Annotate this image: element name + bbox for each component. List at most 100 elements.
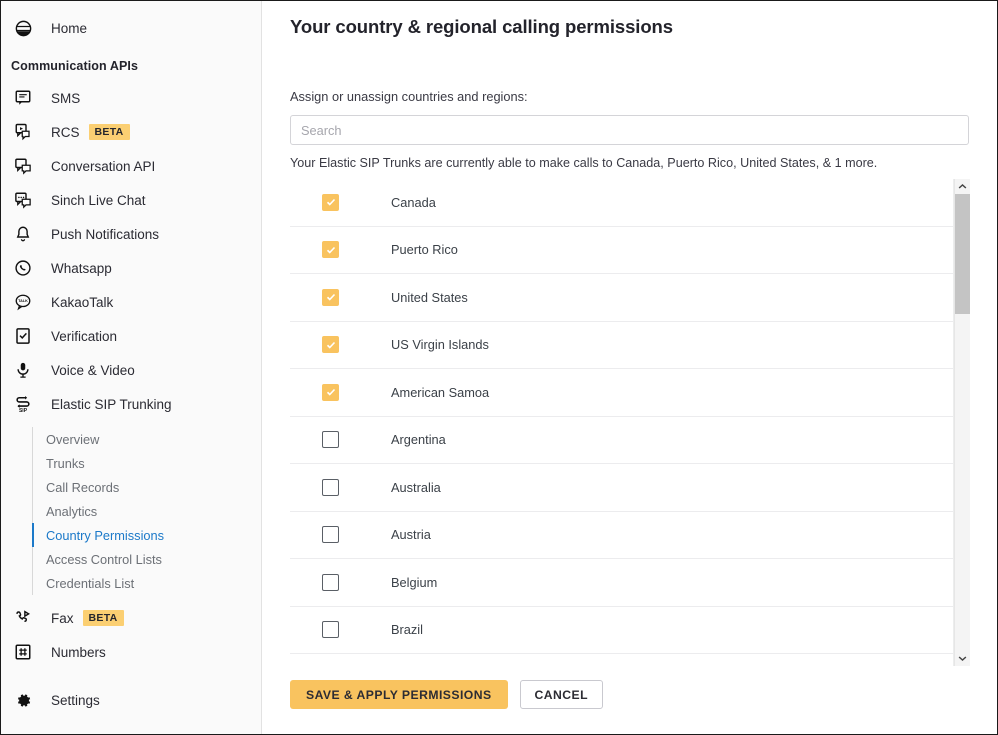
page-title: Your country & regional calling permissi… bbox=[290, 16, 997, 38]
country-name: Argentina bbox=[391, 432, 446, 447]
country-checkbox[interactable] bbox=[322, 336, 339, 353]
sidebar-item-push-notifications[interactable]: Push Notifications bbox=[1, 217, 261, 251]
table-row[interactable]: Canada bbox=[290, 179, 953, 227]
table-row[interactable]: American Samoa bbox=[290, 369, 953, 417]
search-input[interactable] bbox=[290, 115, 969, 145]
country-checkbox[interactable] bbox=[322, 384, 339, 401]
country-checkbox[interactable] bbox=[322, 479, 339, 496]
globe-icon bbox=[11, 16, 35, 40]
country-name: Canada bbox=[391, 195, 436, 210]
sidebar-item-label: Push Notifications bbox=[51, 227, 159, 242]
sidebar-item-label: Sinch Live Chat bbox=[51, 193, 146, 208]
table-row[interactable]: Puerto Rico bbox=[290, 227, 953, 275]
sidebar-item-country-permissions[interactable]: Country Permissions bbox=[32, 523, 261, 547]
sidebar-item-analytics[interactable]: Analytics bbox=[32, 499, 261, 523]
country-list-scrollbar[interactable] bbox=[954, 179, 969, 666]
svg-text:SIP: SIP bbox=[19, 408, 28, 414]
permissions-status-text: Your Elastic SIP Trunks are currently ab… bbox=[290, 156, 997, 170]
scroll-down-arrow-icon[interactable] bbox=[955, 651, 970, 666]
bell-icon bbox=[11, 222, 35, 246]
country-checkbox[interactable] bbox=[322, 526, 339, 543]
live-chat-icon bbox=[11, 188, 35, 212]
sidebar-item-conversation-api[interactable]: Conversation API bbox=[1, 149, 261, 183]
scroll-up-arrow-icon[interactable] bbox=[955, 179, 970, 194]
sidebar-item-sinch-live-chat[interactable]: Sinch Live Chat bbox=[1, 183, 261, 217]
app-window: Home Communication APIs SMS bbox=[0, 0, 998, 735]
cancel-button[interactable]: CANCEL bbox=[520, 680, 603, 709]
country-name: Brazil bbox=[391, 622, 423, 637]
subnav-label: Access Control Lists bbox=[46, 552, 162, 567]
sidebar-item-overview[interactable]: Overview bbox=[32, 427, 261, 451]
subnav-label: Analytics bbox=[46, 504, 97, 519]
country-name: Puerto Rico bbox=[391, 242, 458, 257]
sidebar-item-label: Fax bbox=[51, 611, 74, 626]
sidebar-item-label: Settings bbox=[51, 693, 100, 708]
sidebar-item-fax[interactable]: Fax BETA bbox=[1, 601, 261, 635]
sidebar-item-trunks[interactable]: Trunks bbox=[32, 451, 261, 475]
sidebar-item-voice-video[interactable]: Voice & Video bbox=[1, 353, 261, 387]
sidebar-item-label: KakaoTalk bbox=[51, 295, 113, 310]
country-checkbox[interactable] bbox=[322, 194, 339, 211]
gear-icon bbox=[11, 688, 35, 712]
sidebar-section-title: Communication APIs bbox=[1, 45, 261, 81]
sidebar-item-settings[interactable]: Settings bbox=[1, 683, 261, 717]
kakaotalk-icon: TALK bbox=[11, 290, 35, 314]
sidebar-item-numbers[interactable]: Numbers bbox=[1, 635, 261, 669]
country-name: Australia bbox=[391, 480, 441, 495]
sidebar-item-label: Verification bbox=[51, 329, 117, 344]
search-wrapper bbox=[290, 115, 969, 145]
subnav-label: Credentials List bbox=[46, 576, 134, 591]
sidebar-item-elastic-sip-trunking[interactable]: SIP Elastic SIP Trunking bbox=[1, 387, 261, 421]
country-list: Canada Puerto Rico United States US Virg… bbox=[290, 179, 969, 666]
sidebar-item-rcs[interactable]: RCS BETA bbox=[1, 115, 261, 149]
sidebar-item-verification[interactable]: Verification bbox=[1, 319, 261, 353]
table-row[interactable]: US Virgin Islands bbox=[290, 322, 953, 370]
country-name: US Virgin Islands bbox=[391, 337, 489, 352]
table-row[interactable]: Austria bbox=[290, 512, 953, 560]
country-name: United States bbox=[391, 290, 468, 305]
sidebar-spacer bbox=[1, 669, 261, 683]
sip-icon: SIP bbox=[11, 392, 35, 416]
scrollbar-thumb[interactable] bbox=[955, 194, 970, 314]
action-buttons: SAVE & APPLY PERMISSIONS CANCEL bbox=[290, 680, 997, 709]
sidebar-item-home[interactable]: Home bbox=[1, 11, 261, 45]
microphone-icon bbox=[11, 358, 35, 382]
beta-badge: BETA bbox=[83, 610, 124, 626]
sidebar-item-kakaotalk[interactable]: TALK KakaoTalk bbox=[1, 285, 261, 319]
sidebar-item-label: Conversation API bbox=[51, 159, 155, 174]
verification-icon bbox=[11, 324, 35, 348]
sms-icon bbox=[11, 86, 35, 110]
country-checkbox[interactable] bbox=[322, 574, 339, 591]
sidebar-item-label: Elastic SIP Trunking bbox=[51, 397, 172, 412]
table-row[interactable]: Australia bbox=[290, 464, 953, 512]
country-checkbox[interactable] bbox=[322, 241, 339, 258]
numbers-icon bbox=[11, 640, 35, 664]
country-checkbox[interactable] bbox=[322, 289, 339, 306]
table-row[interactable]: Brazil bbox=[290, 607, 953, 655]
subnav-label: Trunks bbox=[46, 456, 85, 471]
scrollbar-track[interactable] bbox=[955, 194, 970, 651]
elastic-sip-subnav: Overview Trunks Call Records Analytics C… bbox=[32, 427, 261, 595]
table-row[interactable]: Argentina bbox=[290, 417, 953, 465]
sidebar-item-whatsapp[interactable]: Whatsapp bbox=[1, 251, 261, 285]
country-checkbox[interactable] bbox=[322, 621, 339, 638]
table-row[interactable]: United States bbox=[290, 274, 953, 322]
beta-badge: BETA bbox=[89, 124, 130, 140]
save-apply-permissions-button[interactable]: SAVE & APPLY PERMISSIONS bbox=[290, 680, 508, 709]
table-row[interactable]: Belgium bbox=[290, 559, 953, 607]
fax-icon bbox=[11, 606, 35, 630]
sidebar-item-access-control-lists[interactable]: Access Control Lists bbox=[32, 547, 261, 571]
main-content: Your country & regional calling permissi… bbox=[262, 1, 997, 734]
country-list-scrollarea[interactable]: Canada Puerto Rico United States US Virg… bbox=[290, 179, 954, 666]
country-name: Austria bbox=[391, 527, 431, 542]
country-name: American Samoa bbox=[391, 385, 489, 400]
sidebar-item-call-records[interactable]: Call Records bbox=[32, 475, 261, 499]
country-checkbox[interactable] bbox=[322, 431, 339, 448]
sidebar-item-credentials-list[interactable]: Credentials List bbox=[32, 571, 261, 595]
sidebar-item-sms[interactable]: SMS bbox=[1, 81, 261, 115]
sidebar-item-label: Numbers bbox=[51, 645, 106, 660]
assign-label: Assign or unassign countries and regions… bbox=[290, 89, 997, 104]
conversation-icon bbox=[11, 154, 35, 178]
sidebar-item-label: RCS bbox=[51, 125, 80, 140]
subnav-label: Country Permissions bbox=[46, 528, 164, 543]
